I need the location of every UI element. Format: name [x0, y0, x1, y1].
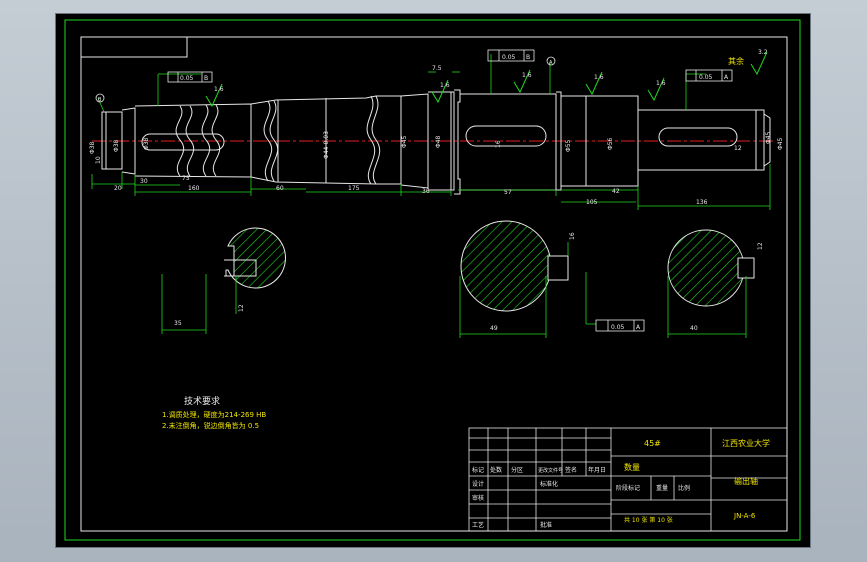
tech-requirements: 技术要求 1.调质处理，硬度为214-269 HB 2.未注倒角，锐边倒角皆为 … [162, 395, 266, 430]
svg-text:Φ56: Φ56 [607, 137, 614, 150]
dimension-lines [91, 54, 771, 338]
cad-drawing: 0.05 B 0.05 B 0.05 A 0.05 A B A 1.6 1.6 … [64, 19, 801, 541]
svg-text:3.2: 3.2 [758, 49, 768, 56]
svg-text:标准化: 标准化 [540, 480, 558, 488]
svg-text:Φ38: Φ38 [113, 139, 120, 152]
roughness-symbols [205, 51, 768, 108]
school-name: 江西农业大学 [722, 438, 770, 448]
svg-text:A: A [636, 324, 641, 331]
svg-text:Φ55: Φ55 [565, 139, 572, 152]
svg-text:1.6: 1.6 [440, 82, 450, 89]
svg-text:Φ44-0.03: Φ44-0.03 [323, 131, 330, 159]
svg-text:阶段标记: 阶段标记 [616, 484, 640, 492]
title-block-text: 标记 处数 分区 更改文件号 签名 年月日 设计 审核 工艺 标准化 批准 阶段… [472, 438, 770, 529]
tech-title: 技术要求 [184, 395, 220, 407]
svg-text:40: 40 [690, 325, 698, 332]
svg-text:30: 30 [140, 178, 148, 185]
svg-text:0.05: 0.05 [611, 324, 625, 331]
svg-text:Φ48: Φ48 [435, 135, 442, 148]
svg-text:35: 35 [174, 320, 182, 327]
svg-text:A: A [549, 60, 553, 66]
svg-text:Φ45: Φ45 [777, 137, 784, 150]
svg-text:审核: 审核 [472, 494, 484, 502]
svg-text:Φ38: Φ38 [143, 137, 150, 150]
svg-text:更改文件号: 更改文件号 [538, 467, 563, 474]
svg-text:年月日: 年月日 [588, 466, 606, 474]
svg-text:Φ38: Φ38 [89, 141, 96, 154]
svg-text:12: 12 [734, 145, 742, 152]
section-left [224, 227, 286, 289]
svg-text:1.6: 1.6 [594, 74, 604, 81]
svg-text:36: 36 [422, 188, 430, 195]
material-text: 45# [644, 439, 661, 448]
sheet-info: 共 10 张 第 10 张 [624, 516, 673, 524]
svg-text:Φ45: Φ45 [765, 131, 772, 144]
part-name: 输出轴 [734, 476, 758, 486]
svg-text:49: 49 [490, 325, 498, 332]
svg-text:20: 20 [114, 185, 122, 192]
svg-text:10: 10 [95, 156, 102, 164]
svg-text:B: B [204, 75, 208, 82]
svg-text:60: 60 [276, 185, 284, 192]
svg-text:0.05: 0.05 [502, 54, 516, 61]
svg-text:分区: 分区 [511, 466, 523, 474]
svg-text:16: 16 [569, 232, 576, 240]
svg-text:处数: 处数 [490, 466, 502, 474]
svg-text:57: 57 [504, 189, 512, 196]
svg-text:136: 136 [696, 199, 708, 206]
svg-text:批准: 批准 [540, 521, 552, 529]
drawing-number: JN-A-6 [733, 512, 756, 520]
drawing-viewport[interactable]: 0.05 B 0.05 B 0.05 A 0.05 A B A 1.6 1.6 … [55, 13, 811, 548]
svg-text:12: 12 [238, 304, 245, 312]
svg-text:重量: 重量 [656, 484, 668, 492]
svg-text:1.6: 1.6 [656, 80, 666, 87]
svg-text:1.6: 1.6 [522, 72, 532, 79]
section-right [667, 229, 755, 307]
svg-text:175: 175 [348, 185, 360, 192]
svg-text:工艺: 工艺 [472, 521, 484, 529]
svg-text:16: 16 [495, 140, 502, 148]
tech-line-2: 2.未注倒角，锐边倒角皆为 0.5 [162, 421, 259, 430]
svg-text:105: 105 [586, 199, 598, 206]
svg-text:其余: 其余 [728, 56, 744, 66]
svg-text:比例: 比例 [678, 484, 690, 492]
svg-text:0.05: 0.05 [180, 75, 194, 82]
svg-text:A: A [724, 74, 729, 81]
svg-text:标记: 标记 [472, 466, 484, 474]
svg-text:签名: 签名 [565, 466, 577, 474]
svg-text:Φ45: Φ45 [401, 135, 408, 148]
svg-text:0.05: 0.05 [699, 74, 713, 81]
section-middle [460, 220, 569, 312]
svg-text:1.6: 1.6 [214, 86, 224, 93]
svg-text:B: B [526, 54, 530, 61]
svg-text:7.5: 7.5 [432, 65, 442, 72]
svg-text:12: 12 [757, 242, 764, 250]
svg-text:160: 160 [188, 185, 200, 192]
corner-marker-box [80, 36, 188, 58]
svg-text:设计: 设计 [472, 480, 484, 488]
svg-text:42: 42 [612, 188, 620, 195]
svg-text:B: B [98, 97, 102, 103]
tech-line-1: 1.调质处理，硬度为214-269 HB [162, 410, 266, 419]
qty-label: 数量 [624, 462, 640, 472]
svg-text:75: 75 [182, 175, 190, 182]
